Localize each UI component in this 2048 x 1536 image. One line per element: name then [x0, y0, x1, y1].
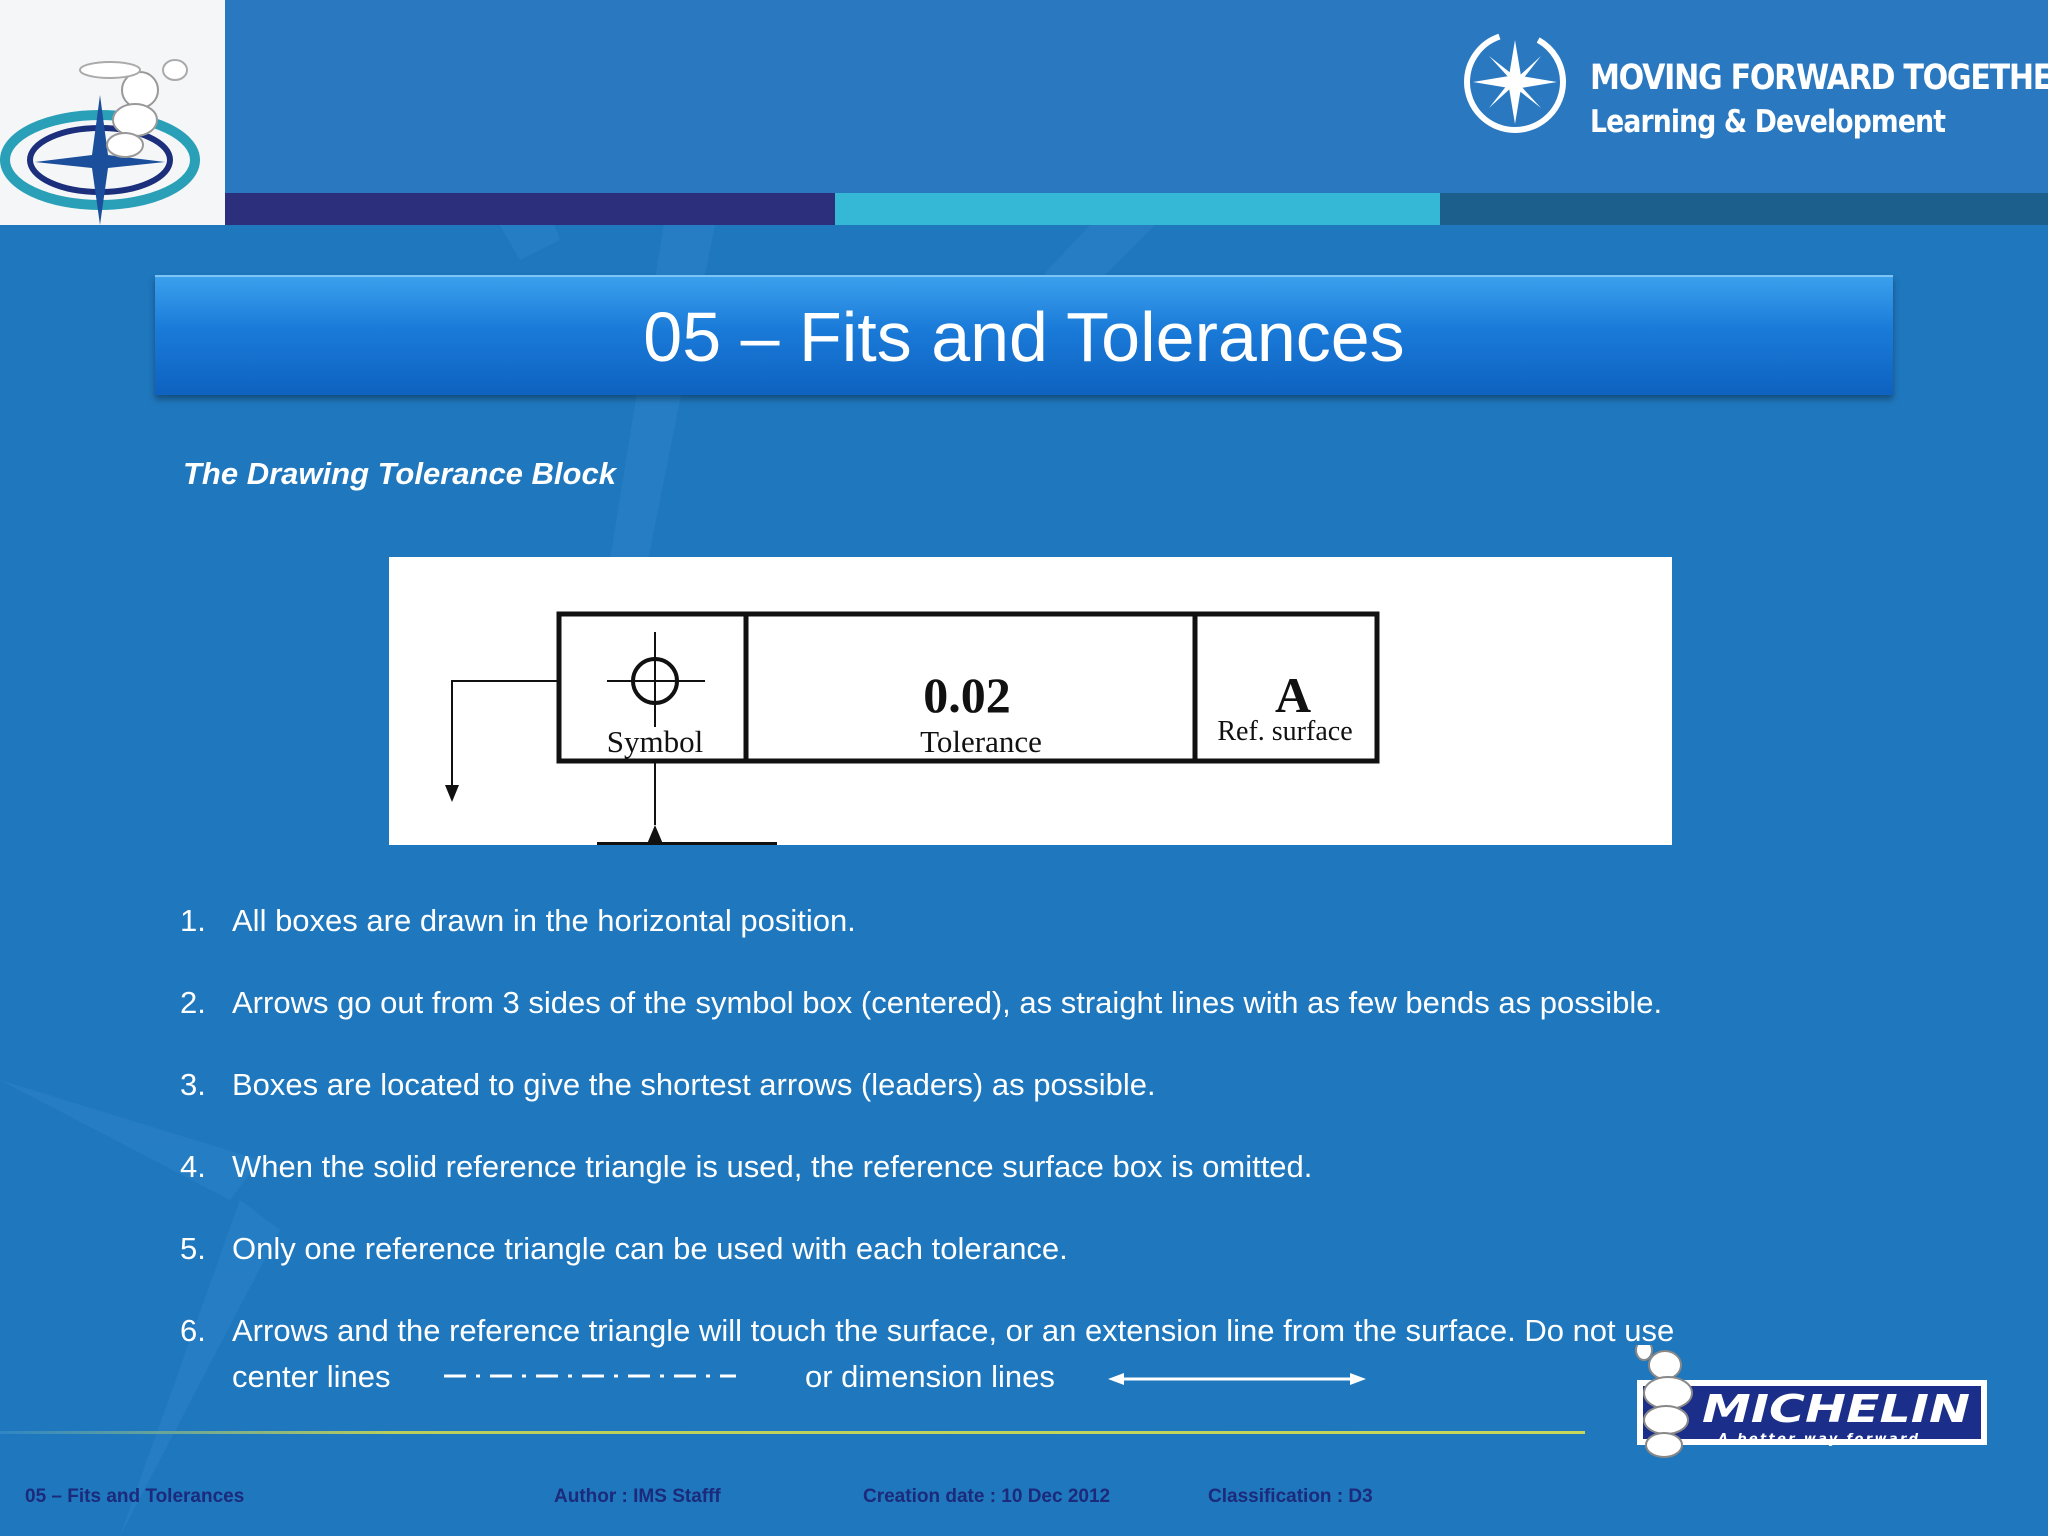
tolerance-label: Tolerance	[920, 724, 1042, 759]
star-ring-logo-icon	[1464, 31, 1566, 133]
brand-tagline: MOVING FORWARD TOGETHER	[1590, 58, 2048, 98]
header-stripe-cyan	[835, 193, 1440, 225]
ref-letter: A	[1275, 667, 1311, 723]
list-item-number: 2.	[180, 985, 206, 1020]
center-line-sample-icon	[444, 1374, 736, 1378]
brand-subtitle: Learning & Development	[1590, 104, 1946, 140]
leader-arrow-line	[451, 680, 559, 797]
rule6-continuation-dimension-lines: or dimension lines	[805, 1359, 1055, 1394]
list-item-text: Arrows go out from 3 sides of the symbol…	[232, 985, 1663, 1020]
tolerance-block-drawing: Symbol 0.02 Tolerance A Ref. surface	[445, 611, 1380, 846]
footer-title: 05 – Fits and Tolerances	[25, 1486, 245, 1507]
footer-divider	[0, 1431, 1585, 1434]
footer-author: Author : IMS Stafff	[554, 1486, 721, 1507]
list-item-number: 4.	[180, 1149, 206, 1184]
list-item-number: 3.	[180, 1067, 206, 1102]
header-stripe-dark	[1440, 193, 2048, 225]
tolerance-block-diagram: Symbol 0.02 Tolerance A Ref. surface	[389, 557, 1672, 846]
leader-arrowhead	[445, 785, 459, 802]
list-item-text: When the solid reference triangle is use…	[232, 1149, 1313, 1184]
title-banner: 05 – Fits and Tolerances	[155, 275, 1893, 395]
symbol-label: Symbol	[607, 724, 703, 759]
list-item-number: 1.	[180, 903, 206, 938]
ref-surface-label: Ref. surface	[1217, 716, 1352, 747]
list-item-number: 6.	[180, 1313, 206, 1348]
header-stripe-navy	[225, 193, 835, 225]
dimension-line-sample-icon	[1108, 1373, 1366, 1385]
michelin-wordmark: MICHELIN	[1702, 1387, 1970, 1431]
tolerance-value: 0.02	[923, 667, 1011, 723]
michelin-logo: MICHELIN A better way forward	[1635, 1345, 1987, 1458]
footer-creation-date: Creation date : 10 Dec 2012	[863, 1486, 1111, 1507]
bibendum-compass-icon	[0, 59, 200, 225]
list-item-text: Boxes are located to give the shortest a…	[232, 1067, 1156, 1102]
header-banner: MOVING FORWARD TOGETHER Learning & Devel…	[0, 0, 2048, 225]
section-subtitle: The Drawing Tolerance Block	[183, 456, 616, 491]
list-item-number: 5.	[180, 1231, 206, 1266]
footer-classification: Classification : D3	[1208, 1486, 1373, 1507]
list-item-text: Only one reference triangle can be used …	[232, 1231, 1068, 1266]
bibendum-icon	[1648, 1350, 1682, 1380]
rule6-continuation-center-lines: center lines	[232, 1359, 391, 1394]
list-item-text: All boxes are drawn in the horizontal po…	[232, 903, 856, 938]
slide-title: 05 – Fits and Tolerances	[643, 298, 1405, 376]
reference-triangle	[647, 825, 663, 844]
compass-logo	[0, 0, 225, 225]
